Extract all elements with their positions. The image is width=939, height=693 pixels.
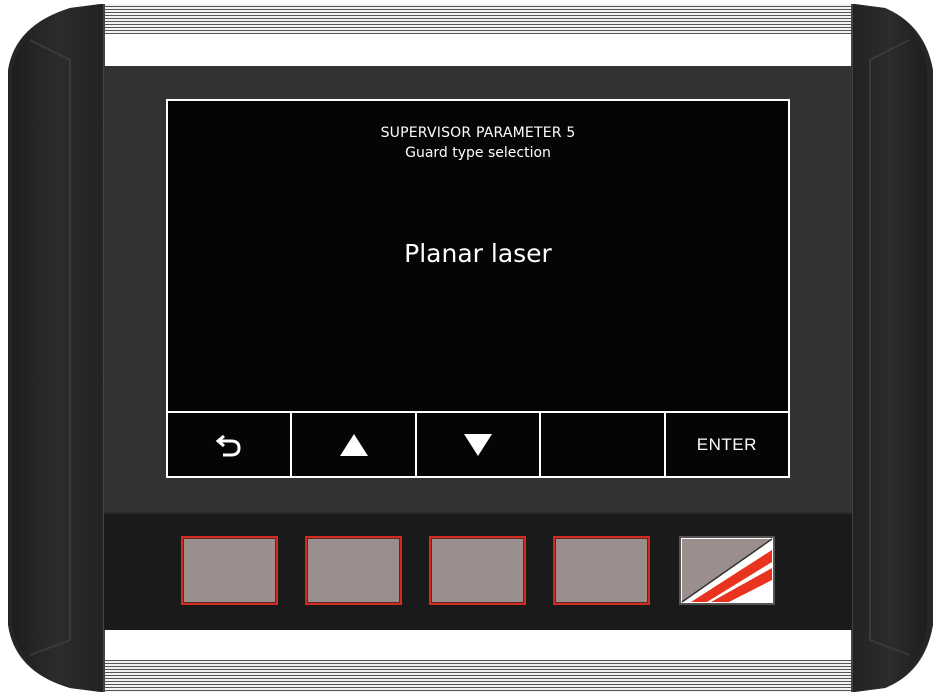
- hw-button-4[interactable]: [553, 536, 650, 605]
- hw-button-1[interactable]: [181, 536, 278, 605]
- selected-value: Planar laser: [404, 239, 552, 268]
- screen-subtitle: Guard type selection: [405, 145, 551, 161]
- display-screen: SUPERVISOR PARAMETER 5 Guard type select…: [166, 99, 790, 478]
- hw-button-2[interactable]: [305, 536, 402, 605]
- softkey-bar: ENTER: [168, 411, 789, 476]
- enter-label: ENTER: [696, 434, 757, 454]
- softkey-enter[interactable]: ENTER: [665, 413, 789, 476]
- screen-title: SUPERVISOR PARAMETER 5: [380, 125, 576, 141]
- softkey-up[interactable]: [292, 413, 417, 476]
- softkey-down[interactable]: [416, 413, 542, 476]
- up-triangle-icon: [339, 433, 368, 456]
- softkey-back[interactable]: [168, 413, 293, 476]
- down-triangle-icon: [464, 433, 493, 456]
- softkey-blank[interactable]: [541, 413, 666, 476]
- hw-button-3[interactable]: [429, 536, 526, 605]
- brand-logo-button[interactable]: [679, 536, 775, 605]
- back-arrow-icon: [215, 434, 241, 456]
